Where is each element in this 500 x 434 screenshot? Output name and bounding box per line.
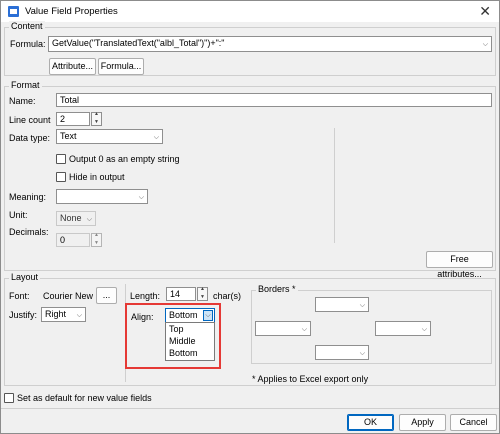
attribute-button[interactable]: Attribute... xyxy=(49,58,96,75)
free-attributes-button[interactable]: Free attributes... xyxy=(426,251,493,279)
length-field[interactable]: 14 xyxy=(166,287,196,301)
line-count-stepper[interactable] xyxy=(91,111,102,126)
format-divider xyxy=(334,128,335,243)
formula-button[interactable]: Formula... xyxy=(98,58,144,75)
formula-value: GetValue("TranslatedText("albl_Total")")… xyxy=(52,38,225,48)
font-label: Font: xyxy=(9,291,30,301)
unit-label: Unit: xyxy=(9,210,28,220)
border-right-select[interactable]: ⌵ xyxy=(375,321,431,336)
chevron-down-icon[interactable]: ⌵ xyxy=(139,192,144,203)
decimals-label: Decimals: xyxy=(9,227,49,237)
chevron-down-icon[interactable]: ⌵ xyxy=(87,214,92,225)
chevron-down-icon[interactable]: ⌵ xyxy=(422,324,427,335)
chevron-down-icon[interactable]: ⌵ xyxy=(302,324,307,335)
chevron-down-icon[interactable]: ⌵ xyxy=(154,132,159,143)
footer-separator xyxy=(1,408,499,409)
name-label: Name: xyxy=(9,96,36,106)
close-icon[interactable]: ✕ xyxy=(479,3,491,19)
line-count-field[interactable]: 2 xyxy=(56,112,90,126)
chevron-down-icon[interactable]: ⌵ xyxy=(77,310,82,321)
dialog-window: Value Field Properties ✕ Content Formula… xyxy=(0,0,500,434)
borders-note: * Applies to Excel export only xyxy=(252,374,369,384)
justify-value: Right xyxy=(45,309,67,319)
unit-value: None xyxy=(60,213,82,223)
formula-input[interactable]: GetValue("TranslatedText("albl_Total")")… xyxy=(48,36,492,52)
formula-label: Formula: xyxy=(10,39,46,49)
data-type-select[interactable]: Text ⌵ xyxy=(56,129,163,144)
output0-label: Output 0 as an empty string xyxy=(69,154,180,164)
hide-checkbox[interactable] xyxy=(56,172,66,182)
font-button[interactable]: ... xyxy=(96,287,117,304)
apply-button[interactable]: Apply xyxy=(399,414,446,431)
borders-legend: Borders * xyxy=(256,284,298,294)
border-left-select[interactable]: ⌵ xyxy=(255,321,311,336)
meaning-label: Meaning: xyxy=(9,192,47,202)
app-icon xyxy=(8,6,19,17)
title-bar: Value Field Properties ✕ xyxy=(1,1,499,22)
chevron-down-icon[interactable]: ⌵ xyxy=(360,300,365,311)
length-stepper[interactable] xyxy=(197,286,208,301)
border-top-select[interactable]: ⌵ xyxy=(315,297,369,312)
unit-select[interactable]: None ⌵ xyxy=(56,211,96,226)
format-legend: Format xyxy=(9,80,42,90)
hide-label: Hide in output xyxy=(69,172,125,182)
font-value: Courier New xyxy=(43,291,94,301)
window-title: Value Field Properties xyxy=(25,6,118,17)
decimals-stepper[interactable] xyxy=(91,232,102,247)
data-type-label: Data type: xyxy=(9,133,51,143)
cancel-button[interactable]: Cancel xyxy=(450,414,497,431)
name-field[interactable]: Total xyxy=(56,93,492,107)
output0-checkbox[interactable] xyxy=(56,154,66,164)
layout-legend: Layout xyxy=(9,272,41,282)
length-unit: char(s) xyxy=(213,291,242,301)
length-label: Length: xyxy=(130,291,161,301)
justify-select[interactable]: Right ⌵ xyxy=(41,307,86,322)
default-checkbox[interactable] xyxy=(4,393,14,403)
data-type-value: Text xyxy=(60,131,77,141)
ok-button[interactable]: OK xyxy=(347,414,394,431)
border-bottom-select[interactable]: ⌵ xyxy=(315,345,369,360)
meaning-select[interactable]: ⌵ xyxy=(56,189,148,204)
content-legend: Content xyxy=(9,21,45,31)
line-count-label: Line count xyxy=(9,115,51,125)
chevron-down-icon[interactable]: ⌵ xyxy=(483,39,488,50)
highlight-box xyxy=(125,303,221,369)
decimals-field[interactable]: 0 xyxy=(56,233,90,247)
default-label: Set as default for new value fields xyxy=(17,393,152,403)
chevron-down-icon[interactable]: ⌵ xyxy=(360,348,365,359)
justify-label: Justify: xyxy=(9,310,38,320)
